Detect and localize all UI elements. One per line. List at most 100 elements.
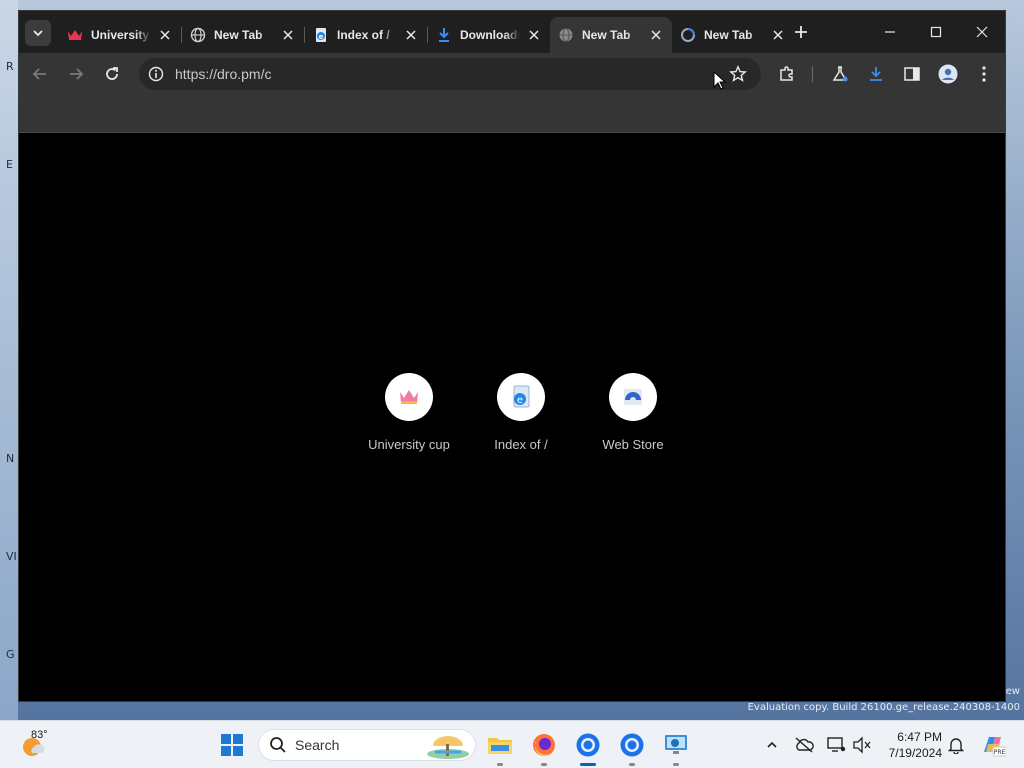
shortcut-label: University cup xyxy=(368,437,450,452)
show-hidden-icons-button[interactable] xyxy=(762,735,782,755)
onedrive-tray-icon[interactable] xyxy=(794,735,814,755)
tab-new-tab-loading[interactable]: New Tab xyxy=(672,17,794,53)
reload-button[interactable] xyxy=(101,63,123,85)
tab-new-tab-1[interactable]: New Tab xyxy=(182,17,304,53)
address-bar[interactable]: https://dro.pm/c xyxy=(139,58,761,90)
side-panel-icon xyxy=(904,67,920,81)
globe-icon xyxy=(558,27,574,43)
downloads-button[interactable] xyxy=(866,64,886,84)
app-running-indicator xyxy=(629,763,635,766)
minimize-button[interactable] xyxy=(867,11,913,53)
tab-title: Index of / xyxy=(337,28,390,42)
bookmark-star-icon[interactable] xyxy=(729,65,747,83)
taskbar-search-box[interactable]: Search xyxy=(258,729,476,761)
globe-icon xyxy=(190,27,206,43)
close-window-button[interactable] xyxy=(959,11,1005,53)
tab-university-cup[interactable]: University cup xyxy=(59,17,181,53)
network-tray-icon[interactable] xyxy=(826,735,846,755)
labs-button[interactable] xyxy=(830,64,850,84)
cloud-off-icon xyxy=(795,737,814,753)
start-button[interactable] xyxy=(220,733,244,757)
close-icon[interactable] xyxy=(648,27,664,43)
tab-strip: University cup New Tab e In xyxy=(19,11,1005,53)
new-tab-button[interactable] xyxy=(791,22,811,42)
app-running-indicator xyxy=(541,763,547,766)
shortcut-label: Web Store xyxy=(602,437,664,452)
toolbar-separator xyxy=(812,66,813,82)
svg-text:PRE: PRE xyxy=(994,749,1006,756)
close-icon[interactable] xyxy=(280,27,296,43)
crown-icon xyxy=(400,390,418,404)
bookmarks-bar xyxy=(19,95,1005,133)
clock-time: 6:47 PM xyxy=(897,730,942,744)
tab-title: Downloads xyxy=(460,28,520,42)
new-tab-page: University cup e Index of / Web Store xyxy=(19,133,1005,701)
chevron-down-icon xyxy=(33,30,43,37)
download-icon xyxy=(870,67,882,81)
close-icon[interactable] xyxy=(526,27,542,43)
close-icon xyxy=(976,26,988,38)
tab-title: New Tab xyxy=(214,28,263,42)
ie-document-icon: e xyxy=(313,27,329,43)
shortcut-tile[interactable] xyxy=(609,373,657,421)
weather-temp: 83° xyxy=(31,729,48,741)
chrome-button[interactable] xyxy=(618,731,646,759)
speaker-muted-icon xyxy=(853,736,871,754)
browser-window: University cup New Tab e In xyxy=(18,10,1006,702)
system-clock[interactable]: 6:47 PM 7/19/2024 xyxy=(880,729,942,761)
app-running-indicator xyxy=(673,763,679,766)
more-vert-icon xyxy=(982,66,986,82)
site-info-icon[interactable] xyxy=(147,65,165,83)
avatar-icon xyxy=(938,64,958,84)
forward-button[interactable] xyxy=(65,63,87,85)
minimize-icon xyxy=(885,31,895,33)
loading-icon xyxy=(680,27,696,43)
maximize-button[interactable] xyxy=(913,11,959,53)
remote-desktop-icon xyxy=(665,735,687,754)
shortcut-tile[interactable]: e xyxy=(497,373,545,421)
shortcut-web-store[interactable]: Web Store xyxy=(577,373,689,452)
app-active-indicator xyxy=(580,763,596,766)
shortcut-index-of[interactable]: e Index of / xyxy=(465,373,577,452)
download-icon xyxy=(436,27,452,43)
shortcut-tile[interactable] xyxy=(385,373,433,421)
firefox-icon xyxy=(533,734,555,756)
reload-icon xyxy=(106,67,118,80)
plus-icon xyxy=(795,26,807,38)
ie-document-icon: e xyxy=(513,385,530,408)
taskbar: 83° Search 6:47 PM 7/19/2024 PRE xyxy=(0,720,1024,768)
extensions-button[interactable] xyxy=(777,64,797,84)
file-explorer-button[interactable] xyxy=(486,731,514,759)
close-icon[interactable] xyxy=(770,27,786,43)
close-icon[interactable] xyxy=(157,27,173,43)
remote-desktop-button[interactable] xyxy=(662,731,690,759)
back-button[interactable] xyxy=(29,63,51,85)
search-highlight-illustration-icon xyxy=(427,736,469,759)
svg-text:e: e xyxy=(517,395,523,406)
windows-logo-icon xyxy=(221,734,243,756)
shortcut-label: Index of / xyxy=(494,437,548,452)
firefox-button[interactable] xyxy=(530,731,558,759)
shortcut-university-cup[interactable]: University cup xyxy=(353,373,465,452)
chevron-up-icon xyxy=(767,741,777,748)
chrome-icon xyxy=(576,733,600,757)
tab-new-tab-active[interactable]: New Tab xyxy=(550,17,672,53)
chrome-button-active[interactable] xyxy=(574,731,602,759)
copilot-button[interactable]: PRE xyxy=(980,732,1006,758)
volume-tray-icon[interactable] xyxy=(852,735,872,755)
bell-icon xyxy=(948,738,964,754)
tab-search-button[interactable] xyxy=(25,20,51,46)
close-icon[interactable] xyxy=(403,27,419,43)
watermark-line-1: Evaluation copy. Build 26100.ge_release.… xyxy=(747,702,1020,713)
tab-index-of[interactable]: e Index of / xyxy=(305,17,427,53)
maximize-icon xyxy=(930,26,942,38)
notifications-button[interactable] xyxy=(946,735,966,755)
arrow-left-icon xyxy=(32,68,46,80)
url-text[interactable]: https://dro.pm/c xyxy=(175,66,271,82)
menu-button[interactable] xyxy=(974,64,994,84)
monitor-network-icon xyxy=(827,737,846,752)
tab-downloads[interactable]: Downloads xyxy=(428,17,550,53)
profile-button[interactable] xyxy=(938,64,958,84)
side-panel-button[interactable] xyxy=(902,64,922,84)
desktop-icon-fragment: G xyxy=(6,648,15,661)
